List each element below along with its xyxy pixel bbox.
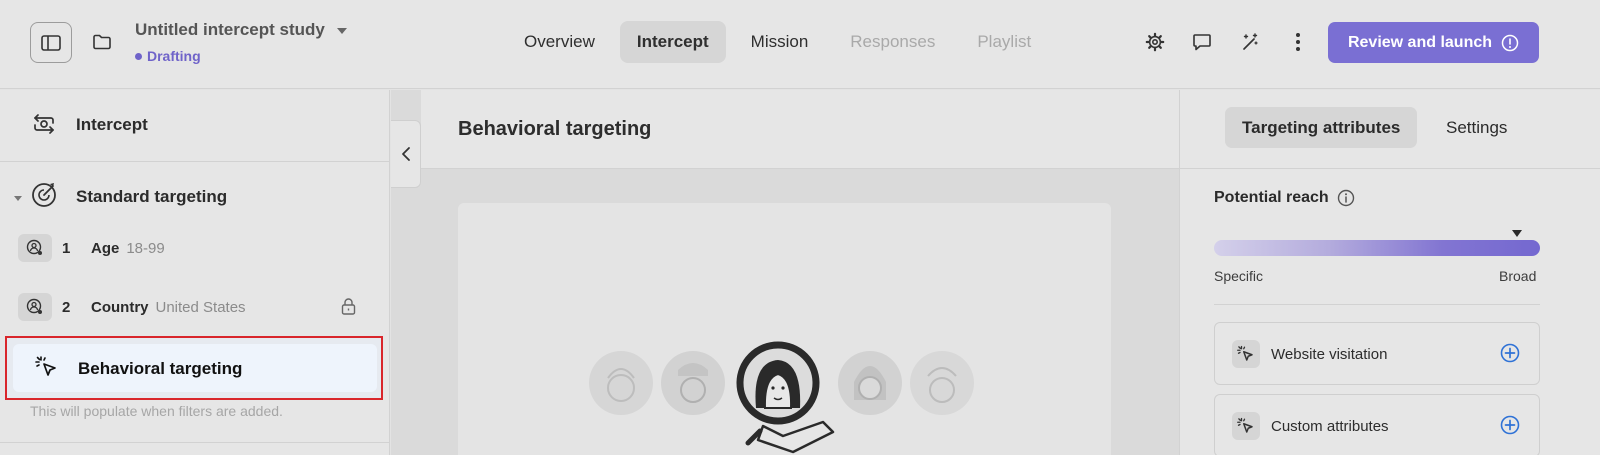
tab-intercept[interactable]: Intercept (619, 21, 726, 63)
tab-playlist[interactable]: Playlist (960, 21, 1048, 63)
potential-reach-label: Potential reach (1214, 189, 1329, 206)
target-dart-icon (32, 183, 56, 207)
divider (1214, 304, 1540, 305)
row-value: United States (155, 298, 246, 316)
targeting-row-country[interactable]: 2 Country United States (18, 293, 368, 321)
comments-button[interactable] (1188, 28, 1216, 56)
status-label: Drafting (147, 48, 201, 64)
row-number: 1 (62, 239, 71, 257)
cursor-click-icon (35, 356, 56, 376)
lock-icon (341, 298, 356, 315)
comment-icon (1193, 34, 1211, 51)
chevron-left-icon (401, 147, 410, 161)
row-name: Age (91, 239, 120, 257)
row-value: 18-99 (126, 239, 165, 257)
behavioral-targeting-item[interactable]: Behavioral targeting (5, 336, 383, 400)
people-search-illustration (589, 341, 974, 454)
row-number: 2 (62, 298, 71, 316)
cursor-click-icon (1232, 412, 1260, 440)
gear-icon (1145, 32, 1165, 52)
main-tabs: Overview Intercept Mission Responses Pla… (507, 21, 1056, 63)
magic-wand-icon (1243, 33, 1258, 50)
person-settings-icon (18, 293, 52, 321)
status-badge: Drafting (135, 48, 201, 64)
settings-button[interactable] (1141, 28, 1169, 56)
left-panel: Intercept Standard targeting 1 Age 18-99 (0, 90, 390, 455)
behavioral-hint-text: This will populate when filters are adde… (30, 403, 283, 419)
review-and-launch-button[interactable]: Review and launch (1328, 22, 1539, 63)
reach-max-label: Broad (1499, 268, 1537, 284)
intercept-label: Intercept (76, 115, 148, 134)
center-header: Behavioral targeting (421, 90, 1179, 169)
collapse-panel-button[interactable] (391, 120, 421, 188)
preview-card (458, 203, 1111, 455)
folder-icon (93, 34, 111, 50)
row-name: Country (91, 298, 149, 316)
folder-button[interactable] (88, 28, 116, 56)
info-icon[interactable] (1337, 189, 1355, 207)
reach-marker (1512, 230, 1522, 237)
tab-targeting-attributes[interactable]: Targeting attributes (1225, 107, 1418, 148)
intercept-icon (34, 114, 54, 134)
attribute-label: Custom attributes (1271, 418, 1389, 435)
right-panel-tabs: Targeting attributes Settings (1180, 90, 1600, 169)
attribute-card-custom-attributes[interactable]: Custom attributes (1214, 394, 1540, 455)
study-title: Untitled intercept study (135, 20, 325, 39)
standard-targeting-label: Standard targeting (76, 187, 228, 206)
cursor-click-icon (1232, 340, 1260, 368)
study-title-dropdown[interactable]: Untitled intercept study (135, 20, 347, 40)
attribute-label: Website visitation (1271, 346, 1388, 363)
potential-reach-heading: Potential reach (1214, 189, 1355, 207)
status-dot (135, 52, 142, 60)
tab-mission[interactable]: Mission (734, 21, 826, 63)
add-circle-icon[interactable] (1500, 415, 1520, 435)
sidebar-toggle-button[interactable] (30, 22, 72, 63)
more-vertical-icon (1296, 33, 1300, 51)
reach-min-label: Specific (1214, 268, 1264, 284)
magic-button[interactable] (1236, 28, 1264, 56)
collapse-caret-icon[interactable] (14, 196, 22, 201)
info-alert-icon (1501, 34, 1519, 51)
launch-button-label: Review and launch (1347, 33, 1493, 51)
add-circle-icon[interactable] (1500, 343, 1520, 363)
right-panel: Targeting attributes Settings Potential … (1179, 90, 1600, 455)
sidebar-toggle-icon (41, 34, 61, 51)
chevron-down-icon (336, 28, 347, 34)
behavioral-targeting-label: Behavioral targeting (78, 359, 243, 378)
person-settings-icon (18, 234, 52, 262)
tab-overview[interactable]: Overview (507, 21, 612, 63)
page-title: Behavioral targeting (458, 118, 652, 140)
tab-responses[interactable]: Responses (833, 21, 952, 63)
top-bar: Untitled intercept study Drafting Overvi… (0, 0, 1600, 89)
more-options-button[interactable] (1284, 28, 1312, 56)
targeting-row-age[interactable]: 1 Age 18-99 (18, 234, 368, 262)
reach-gradient-bar (1214, 240, 1540, 256)
tab-settings[interactable]: Settings (1429, 107, 1524, 148)
center-panel: Behavioral targeting (391, 90, 1179, 455)
attribute-card-website-visitation[interactable]: Website visitation (1214, 322, 1540, 385)
intercept-header[interactable]: Intercept (0, 90, 389, 162)
divider (0, 442, 389, 443)
